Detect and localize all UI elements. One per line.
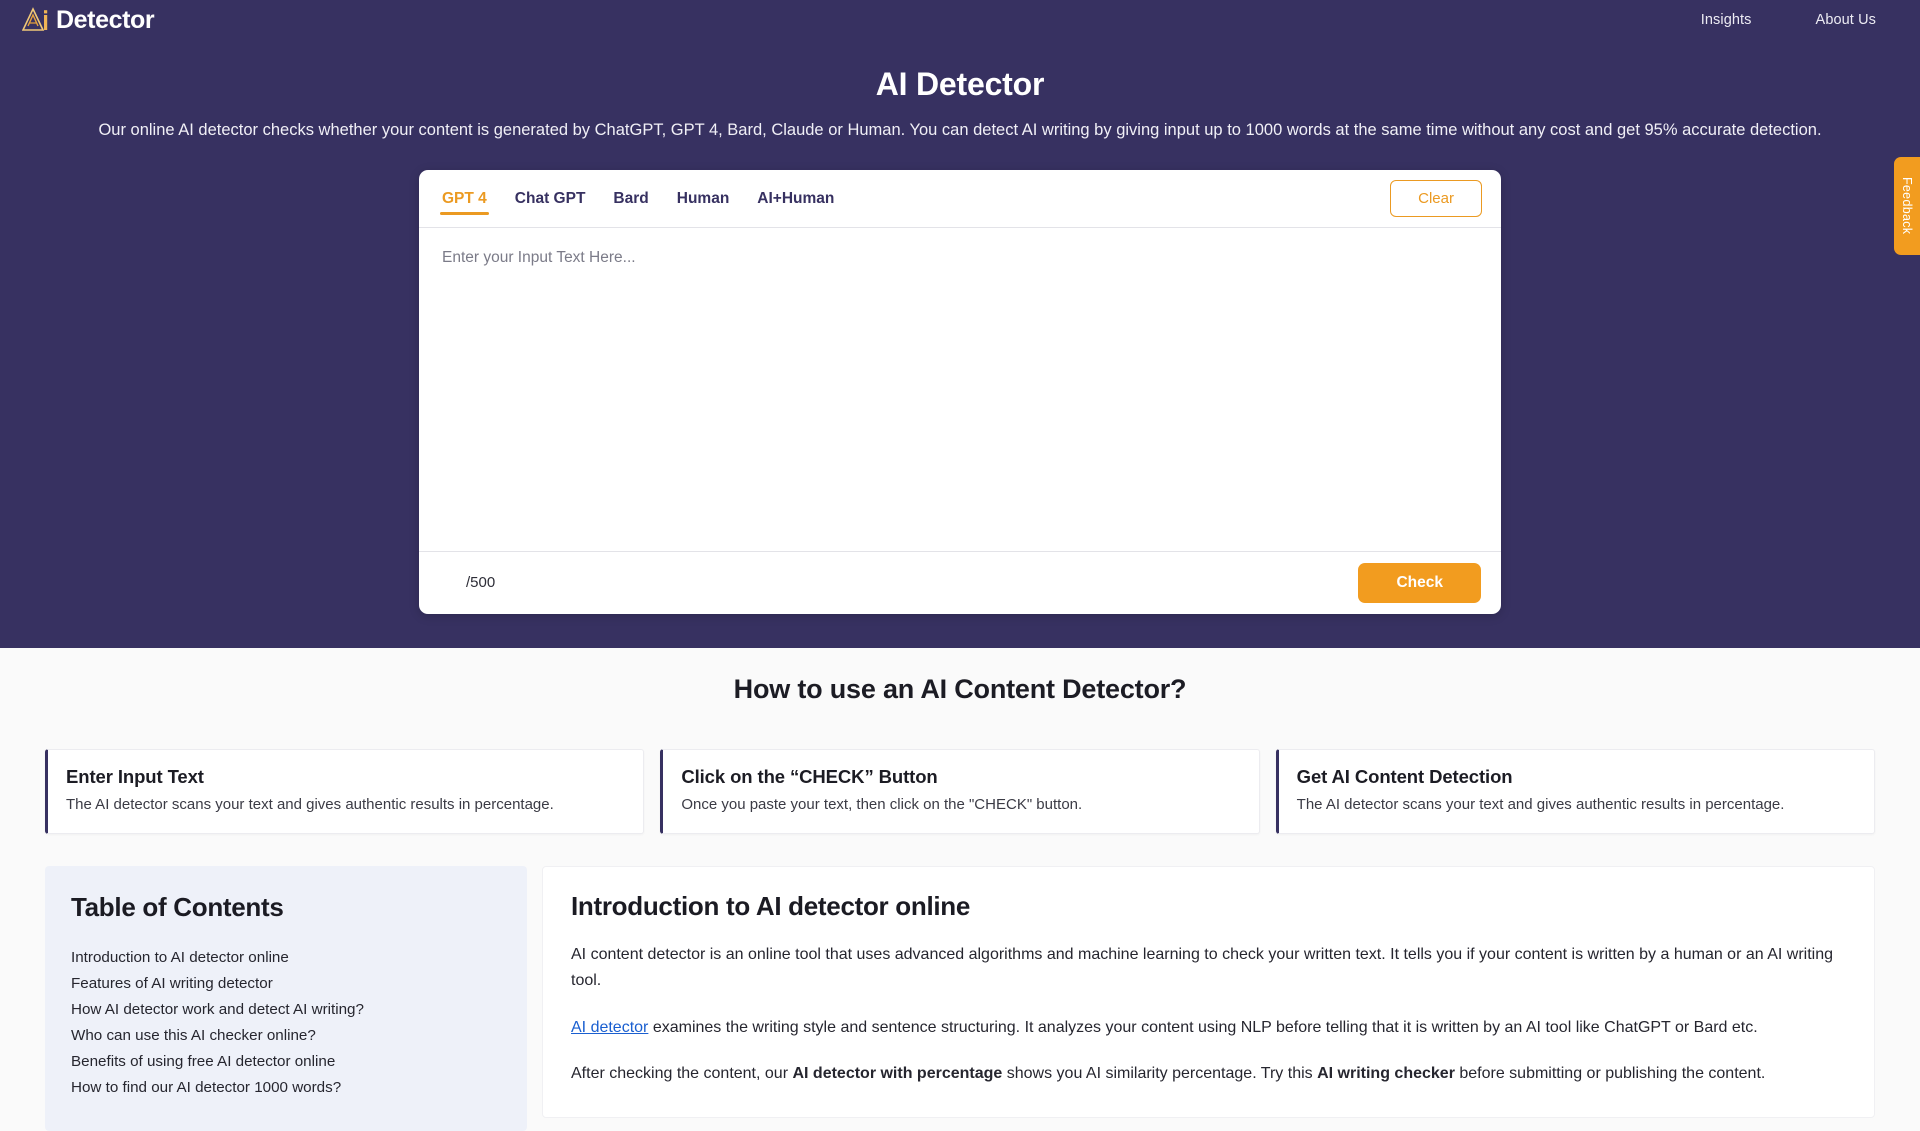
tab-chat-gpt[interactable]: Chat GPT (501, 174, 600, 223)
hero-section: Detector Insights About Us AI Detector O… (0, 0, 1920, 648)
nav-item-about-us[interactable]: About Us (1816, 12, 1876, 28)
toc-item[interactable]: Features of AI writing detector (71, 971, 501, 997)
how-to-section: How to use an AI Content Detector? Enter… (0, 648, 1920, 1131)
how-to-card-get-ai-content-detection: Get AI Content Detection The AI detector… (1276, 749, 1875, 834)
p3-bold-ai-detector-with-percentage: AI detector with percentage (792, 1065, 1002, 1082)
article-paragraph-2: AI detector examines the writing style a… (571, 1015, 1846, 1041)
card-text: The AI detector scans your text and give… (1297, 796, 1856, 813)
brand-name: Detector (56, 8, 154, 33)
ai-detector-link[interactable]: AI detector (571, 1019, 648, 1036)
detector-card: GPT 4 Chat GPT Bard Human AI+Human Clear… (419, 170, 1501, 614)
detector-header: GPT 4 Chat GPT Bard Human AI+Human Clear (419, 170, 1501, 228)
feedback-tab[interactable]: Feedback (1894, 157, 1920, 255)
main-nav: Insights About Us (1701, 12, 1900, 28)
card-title: Get AI Content Detection (1297, 766, 1856, 788)
card-title: Click on the “CHECK” Button (681, 766, 1240, 788)
article-paragraph-2-text: examines the writing style and sentence … (648, 1019, 1757, 1036)
article-section: Table of Contents Introduction to AI det… (20, 866, 1900, 1131)
page-title: AI Detector (0, 66, 1920, 103)
detector-input-area (419, 228, 1501, 551)
p3-part-c: shows you AI similarity percentage. Try … (1002, 1065, 1317, 1082)
text-input[interactable] (442, 246, 1479, 551)
how-to-card-enter-input-text: Enter Input Text The AI detector scans y… (45, 749, 644, 834)
card-text: The AI detector scans your text and give… (66, 796, 625, 813)
feedback-label: Feedback (1900, 177, 1914, 234)
toc-list: Introduction to AI detector online Featu… (71, 945, 501, 1101)
toc-item[interactable]: How to find our AI detector 1000 words? (71, 1075, 501, 1101)
tab-ai-plus-human[interactable]: AI+Human (743, 174, 848, 223)
clear-button[interactable]: Clear (1390, 180, 1482, 217)
toc-item[interactable]: How AI detector work and detect AI writi… (71, 997, 501, 1023)
ai-triangle-logo-icon (22, 7, 49, 33)
card-title: Enter Input Text (66, 766, 625, 788)
brand-logo-link[interactable]: Detector (22, 7, 154, 33)
how-to-title: How to use an AI Content Detector? (0, 674, 1920, 705)
article-paragraph-1: AI content detector is an online tool th… (571, 942, 1846, 995)
card-text: Once you paste your text, then click on … (681, 796, 1240, 813)
how-to-cards: Enter Input Text The AI detector scans y… (20, 749, 1900, 834)
article-title: Introduction to AI detector online (571, 891, 1846, 922)
article-body: Introduction to AI detector online AI co… (542, 866, 1875, 1119)
table-of-contents: Table of Contents Introduction to AI det… (45, 866, 527, 1131)
toc-title: Table of Contents (71, 892, 501, 923)
check-button[interactable]: Check (1358, 563, 1481, 603)
detector-footer: /500 Check (419, 551, 1501, 614)
character-counter: /500 (466, 574, 495, 591)
toc-item[interactable]: Who can use this AI checker online? (71, 1023, 501, 1049)
p3-part-a: After checking the content, our (571, 1065, 792, 1082)
top-navigation-bar: Detector Insights About Us (0, 0, 1920, 40)
tab-gpt-4[interactable]: GPT 4 (428, 174, 501, 223)
toc-item[interactable]: Introduction to AI detector online (71, 945, 501, 971)
tab-human[interactable]: Human (663, 174, 744, 223)
tab-bard[interactable]: Bard (599, 174, 662, 223)
article-paragraph-3: After checking the content, our AI detec… (571, 1061, 1846, 1087)
nav-item-insights[interactable]: Insights (1701, 12, 1752, 28)
how-to-card-click-check-button: Click on the “CHECK” Button Once you pas… (660, 749, 1259, 834)
p3-bold-ai-writing-checker: AI writing checker (1317, 1065, 1455, 1082)
hero-subtitle: Our online AI detector checks whether yo… (81, 117, 1839, 144)
p3-part-d: before submitting or publishing the cont… (1455, 1065, 1765, 1082)
toc-item[interactable]: Benefits of using free AI detector onlin… (71, 1049, 501, 1075)
model-tabs: GPT 4 Chat GPT Bard Human AI+Human (428, 174, 848, 223)
